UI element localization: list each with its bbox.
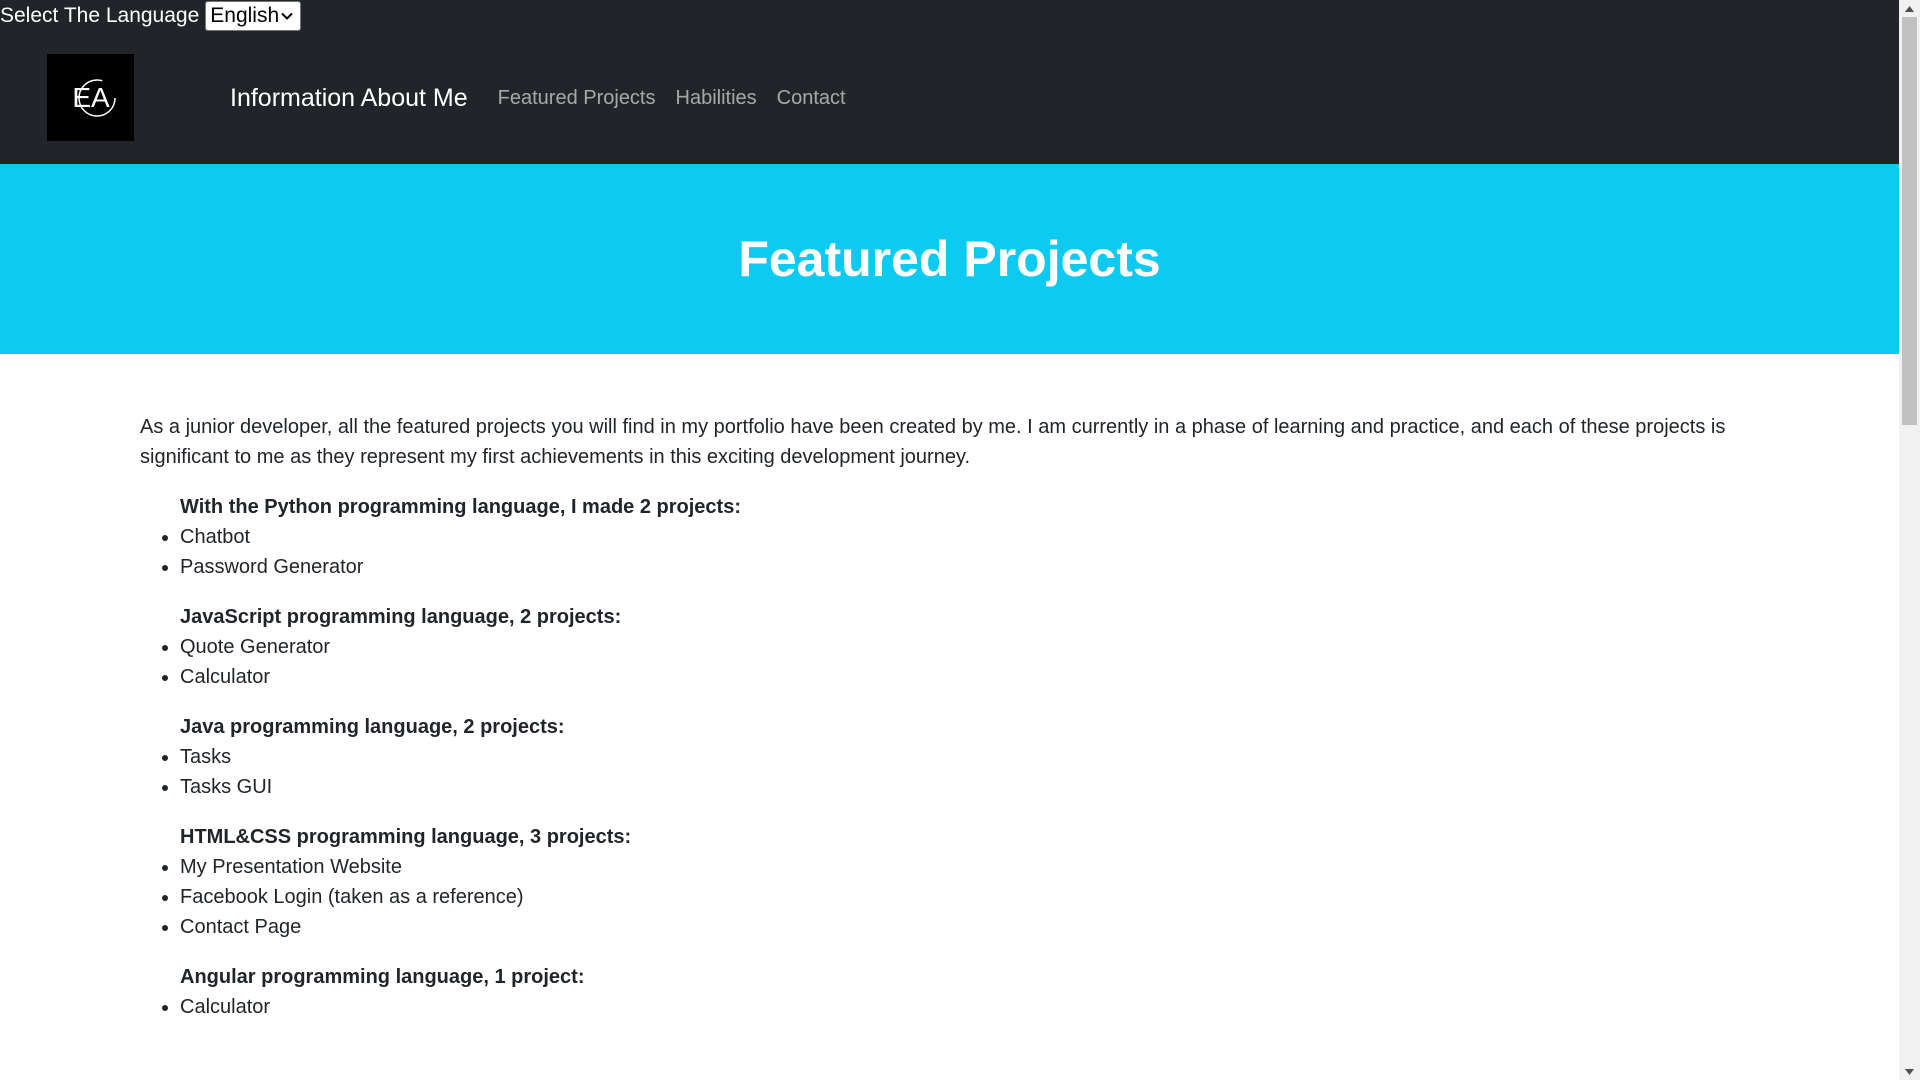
main-nav: Information About Me Featured Projects H… <box>230 82 866 114</box>
hero-banner: Featured Projects <box>0 164 1899 354</box>
scroll-up-arrow-icon[interactable] <box>1899 0 1920 17</box>
chevron-down-icon <box>281 12 293 20</box>
page-title: Featured Projects <box>738 231 1161 287</box>
project-list: Tasks Tasks GUI <box>140 742 1740 802</box>
page: Select The Language English EA Informati… <box>0 0 1899 1080</box>
list-item: Quote Generator <box>180 632 1740 662</box>
list-item: Chatbot <box>180 522 1740 552</box>
list-item: Contact Page <box>180 912 1740 942</box>
language-bar: Select The Language English <box>0 0 302 32</box>
language-selected-value: English <box>210 4 280 27</box>
project-group-angular: Angular programming language, 1 project:… <box>140 962 1740 1022</box>
project-group-java: Java programming language, 2 projects: T… <box>140 712 1740 802</box>
list-item: Calculator <box>180 662 1740 692</box>
nav-link-habilities[interactable]: Habilities <box>676 87 757 110</box>
logo-icon: EA <box>72 78 116 117</box>
project-group-python: With the Python programming language, I … <box>140 492 1740 582</box>
scroll-down-arrow-icon[interactable] <box>1899 1063 1920 1080</box>
vertical-scrollbar[interactable] <box>1899 0 1920 1080</box>
language-label: Select The Language <box>0 4 200 27</box>
main-content: As a junior developer, all the featured … <box>140 412 1740 1042</box>
group-title: Angular programming language, 1 project: <box>180 966 585 988</box>
list-item: Tasks <box>180 742 1740 772</box>
nav-brand[interactable]: Information About Me <box>230 84 468 113</box>
project-group-javascript: JavaScript programming language, 2 proje… <box>140 602 1740 692</box>
logo[interactable]: EA <box>47 54 134 141</box>
top-navbar: Select The Language English EA Informati… <box>0 0 1899 164</box>
list-item: Facebook Login (taken as a reference) <box>180 882 1740 912</box>
project-group-html-css: HTML&CSS programming language, 3 project… <box>140 822 1740 942</box>
language-select[interactable]: English <box>205 1 302 31</box>
nav-link-contact[interactable]: Contact <box>777 87 846 110</box>
scrollbar-thumb[interactable] <box>1902 17 1917 425</box>
project-list: Calculator <box>140 992 1740 1022</box>
list-item: My Presentation Website <box>180 852 1740 882</box>
logo-text: EA <box>72 82 110 113</box>
list-item: Calculator <box>180 992 1740 1022</box>
project-list: My Presentation Website Facebook Login (… <box>140 852 1740 942</box>
intro-paragraph: As a junior developer, all the featured … <box>140 416 1726 468</box>
nav-link-featured-projects[interactable]: Featured Projects <box>498 87 656 110</box>
group-title: Java programming language, 2 projects: <box>180 716 565 738</box>
project-list: Chatbot Password Generator <box>140 522 1740 582</box>
list-item: Tasks GUI <box>180 772 1740 802</box>
group-title: With the Python programming language, I … <box>180 496 741 518</box>
project-list: Quote Generator Calculator <box>140 632 1740 692</box>
list-item: Password Generator <box>180 552 1740 582</box>
group-title: HTML&CSS programming language, 3 project… <box>180 826 632 848</box>
group-title: JavaScript programming language, 2 proje… <box>180 606 622 628</box>
